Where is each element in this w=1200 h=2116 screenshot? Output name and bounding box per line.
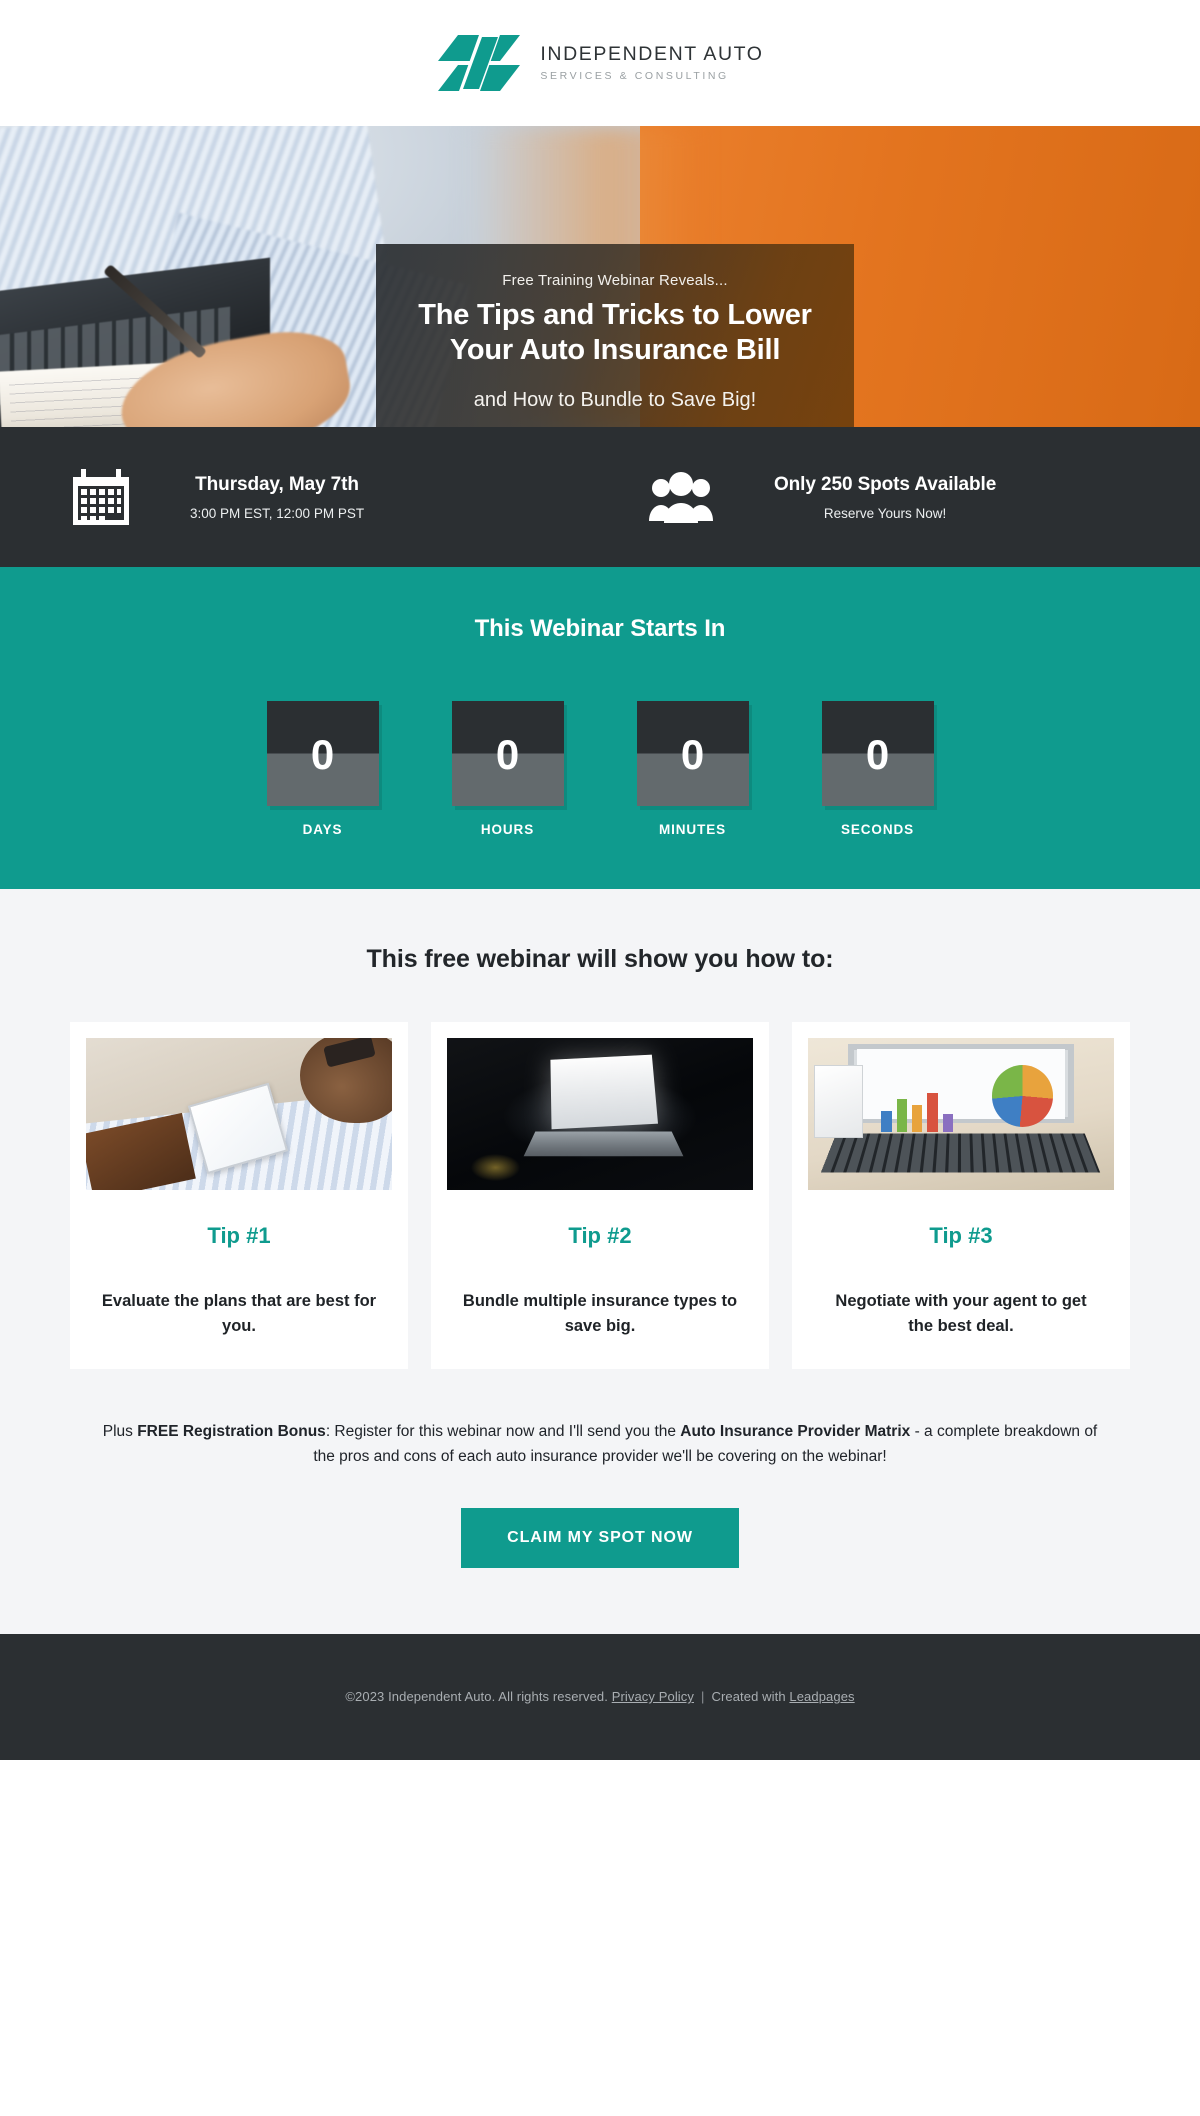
tip-3-text: Negotiate with your agent to get the bes… xyxy=(835,1292,1087,1335)
tip-3-image xyxy=(808,1038,1114,1190)
info-item-date: Thursday, May 7th 3:00 PM EST, 12:00 PM … xyxy=(50,466,570,528)
hero-section: Free Training Webinar Reveals... The Tip… xyxy=(0,126,1200,427)
tips-card-row: Tip #1 Evaluate the plans that are best … xyxy=(70,1022,1130,1369)
footer-copyright: ©2023 Independent Auto. All rights reser… xyxy=(345,1689,608,1705)
countdown-unit-seconds: 0 SECONDS xyxy=(821,701,934,837)
tip-2-text: Bundle multiple insurance types to save … xyxy=(462,1292,738,1335)
tip-1-image xyxy=(86,1038,392,1190)
info-spots-subline: Reserve Yours Now! xyxy=(823,505,947,521)
tip-2-label: Tip #2 xyxy=(568,1223,632,1248)
countdown-seconds-value: 0 xyxy=(865,730,890,778)
countdown-seconds-label: SECONDS xyxy=(840,822,915,837)
countdown-section: This Webinar Starts In 0 DAYS 0 HOURS 0 … xyxy=(0,567,1200,889)
tip-3-label: Tip #3 xyxy=(929,1223,993,1248)
hero-kicker: Free Training Webinar Reveals... xyxy=(502,272,728,289)
countdown-minutes-value: 0 xyxy=(680,730,705,778)
tips-heading: This free webinar will show you how to: xyxy=(366,945,834,973)
countdown-minutes-label: MINUTES xyxy=(658,822,727,837)
bonus-paragraph: Plus FREE Registration Bonus: Register f… xyxy=(100,1419,1100,1470)
leadpages-link[interactable]: Leadpages xyxy=(789,1689,854,1704)
bottom-cta-wrapper: CLAIM MY SPOT NOW xyxy=(0,1469,1200,1634)
tip-2-image xyxy=(447,1038,753,1190)
people-group-icon xyxy=(640,471,722,523)
footer-credit-prefix: Created with xyxy=(711,1689,786,1705)
info-spots-headline: Only 250 Spots Available xyxy=(774,473,997,495)
footer-separator: | xyxy=(701,1689,705,1705)
brand-name: INDEPENDENT AUTO xyxy=(540,42,764,65)
hero-title: The Tips and Tricks to Lower Your Auto I… xyxy=(418,299,812,367)
countdown-hours-value: 0 xyxy=(495,730,520,778)
countdown-days-label: DAYS xyxy=(302,822,343,837)
tip-1-label: Tip #1 xyxy=(207,1223,271,1248)
hero-overlay-card: Free Training Webinar Reveals... The Tip… xyxy=(376,244,854,427)
countdown-hours-box: 0 xyxy=(451,701,564,806)
webinar-info-bar: Thursday, May 7th 3:00 PM EST, 12:00 PM … xyxy=(0,427,1200,567)
site-footer: ©2023 Independent Auto. All rights reser… xyxy=(0,1633,1200,1760)
countdown-timer: 0 DAYS 0 HOURS 0 MINUTES 0 SECONDS xyxy=(0,701,1200,837)
bonus-section: Plus FREE Registration Bonus: Register f… xyxy=(0,1368,1200,1470)
countdown-hours-label: HOURS xyxy=(480,822,535,837)
parallelogram-stack-logo-icon xyxy=(436,33,522,93)
countdown-seconds-box: 0 xyxy=(821,701,934,806)
info-date-headline: Thursday, May 7th xyxy=(195,473,359,495)
countdown-unit-minutes: 0 MINUTES xyxy=(636,701,749,837)
info-date-subline: 3:00 PM EST, 12:00 PM PST xyxy=(190,505,365,521)
bonus-mid: : Register for this webinar now and I'll… xyxy=(325,1422,681,1440)
bottom-claim-spot-button[interactable]: CLAIM MY SPOT NOW xyxy=(461,1507,739,1568)
privacy-policy-link[interactable]: Privacy Policy xyxy=(612,1689,694,1704)
bonus-bold-matrix: Auto Insurance Provider Matrix xyxy=(680,1422,911,1440)
countdown-minutes-box: 0 xyxy=(636,701,749,806)
hero-subtitle: and How to Bundle to Save Big! xyxy=(473,388,757,411)
landing-page: INDEPENDENT AUTO SERVICES & CONSULTING F… xyxy=(0,0,1200,1760)
brand-tagline: SERVICES & CONSULTING xyxy=(540,70,729,83)
countdown-unit-days: 0 DAYS xyxy=(266,701,379,837)
tip-1-text: Evaluate the plans that are best for you… xyxy=(101,1292,377,1335)
countdown-unit-hours: 0 HOURS xyxy=(451,701,564,837)
footer-text: ©2023 Independent Auto. All rights reser… xyxy=(345,1689,854,1704)
info-item-spots: Only 250 Spots Available Reserve Yours N… xyxy=(570,471,1150,523)
countdown-days-box: 0 xyxy=(266,701,379,806)
calendar-icon xyxy=(60,466,142,528)
countdown-title: This Webinar Starts In xyxy=(474,615,726,642)
countdown-days-value: 0 xyxy=(310,730,335,778)
bonus-bold-registration: FREE Registration Bonus xyxy=(137,1422,326,1440)
bonus-lead: Plus xyxy=(102,1422,138,1440)
tip-card-2: Tip #2 Bundle multiple insurance types t… xyxy=(431,1022,769,1369)
site-header: INDEPENDENT AUTO SERVICES & CONSULTING xyxy=(0,0,1200,126)
tip-card-3: Tip #3 Negotiate with your agent to get … xyxy=(792,1022,1130,1369)
tip-card-1: Tip #1 Evaluate the plans that are best … xyxy=(70,1022,408,1369)
brand-logo[interactable]: INDEPENDENT AUTO SERVICES & CONSULTING xyxy=(436,33,763,93)
tips-section: This free webinar will show you how to: … xyxy=(0,889,1200,1369)
